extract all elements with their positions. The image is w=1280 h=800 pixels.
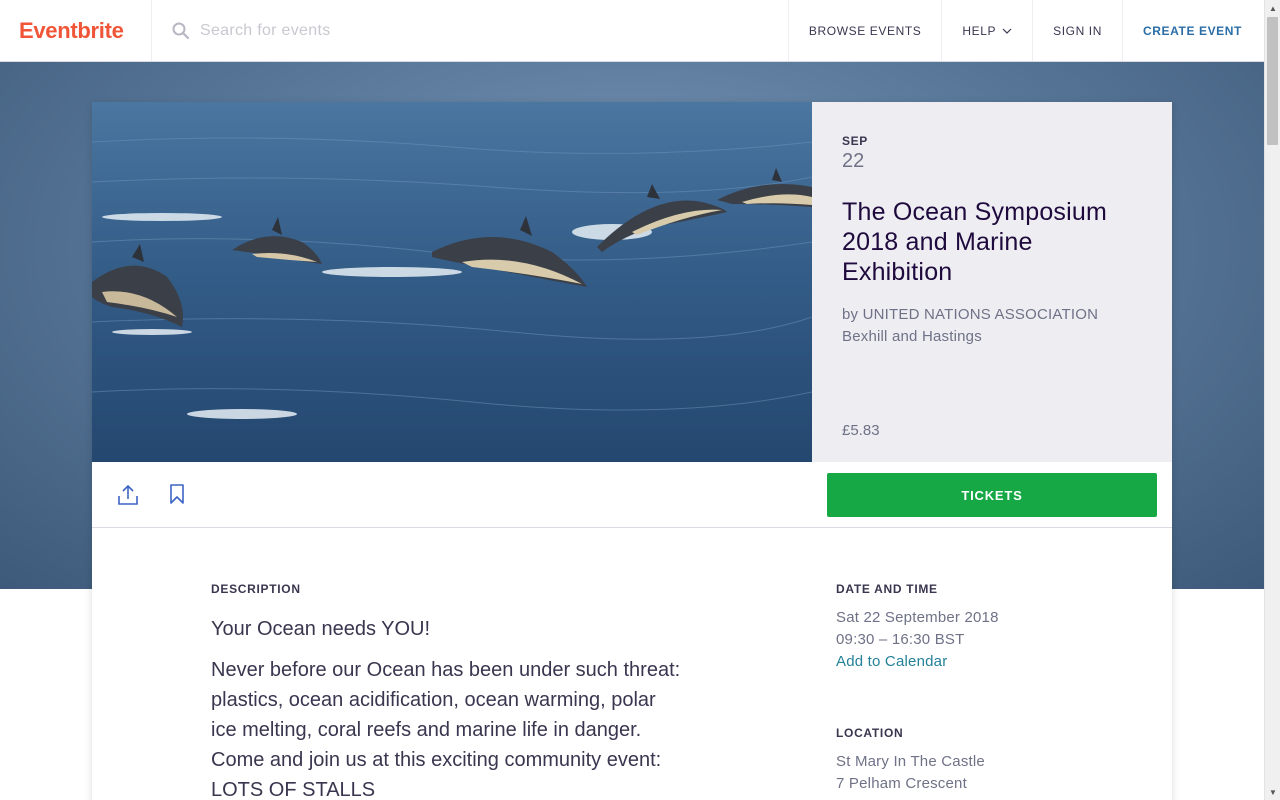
- location-address: 7 Pelham Crescent: [836, 775, 967, 792]
- scroll-down-arrow-icon[interactable]: ▼: [1265, 784, 1280, 800]
- share-icon[interactable]: [118, 484, 138, 506]
- page-scrollbar[interactable]: ▲ ▼: [1264, 0, 1280, 800]
- scrollbar-thumb[interactable]: [1267, 17, 1278, 145]
- chevron-down-icon: [1002, 28, 1012, 34]
- search-icon: [172, 22, 190, 39]
- description-heading: DESCRIPTION: [211, 582, 301, 596]
- location-venue: St Mary In The Castle: [836, 753, 985, 770]
- location-heading: LOCATION: [836, 726, 904, 740]
- top-navigation: Eventbrite BROWSE EVENTS HELP SIGN IN CR…: [0, 0, 1264, 62]
- tickets-button[interactable]: TICKETS: [827, 473, 1157, 517]
- description-lead: Your Ocean needs YOU!: [211, 618, 431, 640]
- event-day: 22: [842, 150, 865, 172]
- date-time-heading: DATE AND TIME: [836, 582, 938, 596]
- event-time: 09:30 – 16:30 BST: [836, 631, 965, 648]
- event-image: [92, 102, 812, 462]
- dolphins-photo: [92, 102, 812, 462]
- event-price: £5.83: [842, 422, 880, 439]
- browse-events-link[interactable]: BROWSE EVENTS: [787, 0, 941, 61]
- sign-in-link[interactable]: SIGN IN: [1032, 0, 1122, 61]
- event-card: SEP 22 The Ocean Symposium 2018 and Mari…: [92, 102, 1172, 800]
- event-organizer[interactable]: by UNITED NATIONS ASSOCIATION Bexhill an…: [842, 304, 1142, 348]
- event-actions-bar: TICKETS: [92, 462, 1172, 528]
- event-summary-panel: SEP 22 The Ocean Symposium 2018 and Mari…: [812, 102, 1172, 462]
- bookmark-icon[interactable]: [169, 484, 185, 504]
- create-event-link[interactable]: CREATE EVENT: [1122, 0, 1264, 61]
- scroll-up-arrow-icon[interactable]: ▲: [1265, 0, 1280, 16]
- search-input[interactable]: [200, 21, 600, 40]
- event-date: Sat 22 September 2018: [836, 609, 999, 626]
- help-label: HELP: [962, 23, 997, 38]
- event-month: SEP: [842, 134, 868, 148]
- event-details: DESCRIPTION Your Ocean needs YOU! Never …: [92, 528, 1172, 800]
- description-body: Never before our Ocean has been under su…: [211, 659, 681, 800]
- eventbrite-logo[interactable]: Eventbrite: [0, 0, 152, 61]
- event-title: The Ocean Symposium 2018 and Marine Exhi…: [842, 198, 1108, 286]
- add-to-calendar-link[interactable]: Add to Calendar: [836, 651, 947, 673]
- help-menu[interactable]: HELP: [941, 0, 1032, 61]
- search-bar[interactable]: [152, 0, 788, 61]
